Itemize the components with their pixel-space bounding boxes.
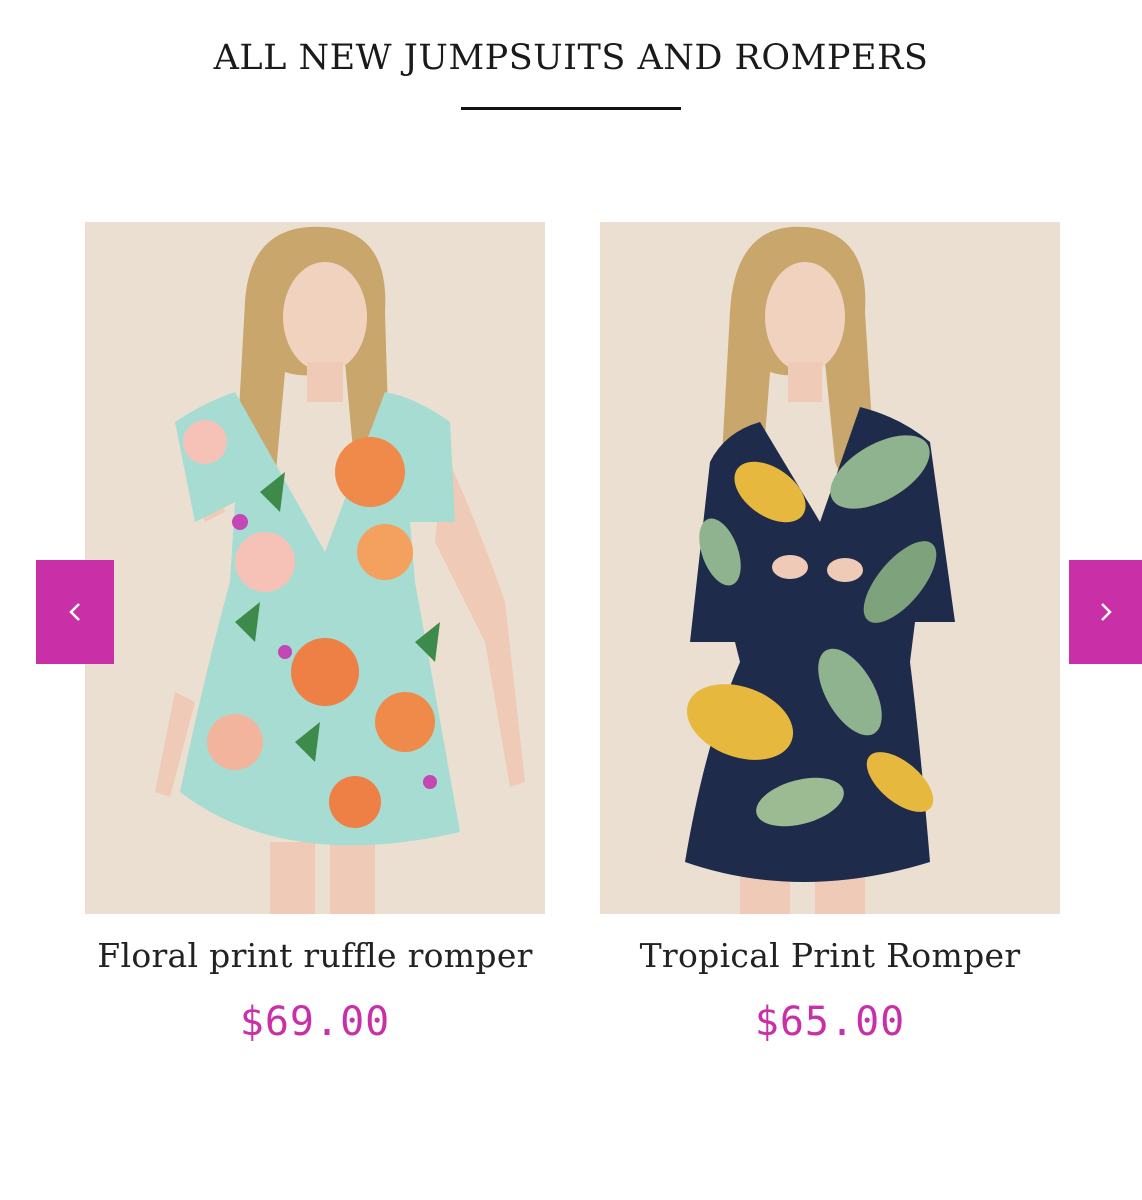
product-image[interactable] bbox=[600, 222, 1060, 914]
product-price: $65.00 bbox=[754, 999, 906, 1045]
product-name[interactable]: Tropical Print Romper bbox=[600, 936, 1060, 975]
product-name[interactable]: Floral print ruffle romper bbox=[85, 936, 545, 975]
product-carousel: Floral print ruffle romper $69.00 Tropic… bbox=[0, 222, 1142, 1122]
title-divider bbox=[461, 107, 681, 110]
product-image[interactable] bbox=[85, 222, 545, 914]
section-title: ALL NEW JUMPSUITS AND ROMPERS bbox=[213, 38, 929, 78]
carousel-next-button[interactable] bbox=[1069, 560, 1142, 664]
product-card[interactable]: Floral print ruffle romper $69.00 bbox=[85, 222, 545, 1045]
floral-romper-photo bbox=[85, 222, 545, 914]
carousel-prev-button[interactable] bbox=[36, 560, 114, 664]
tropical-romper-photo bbox=[600, 222, 1060, 914]
product-card[interactable]: Tropical Print Romper $65.00 bbox=[600, 222, 1060, 1045]
chevron-left-icon bbox=[69, 603, 80, 621]
chevron-right-icon bbox=[1100, 603, 1112, 621]
product-price: $69.00 bbox=[239, 999, 391, 1045]
